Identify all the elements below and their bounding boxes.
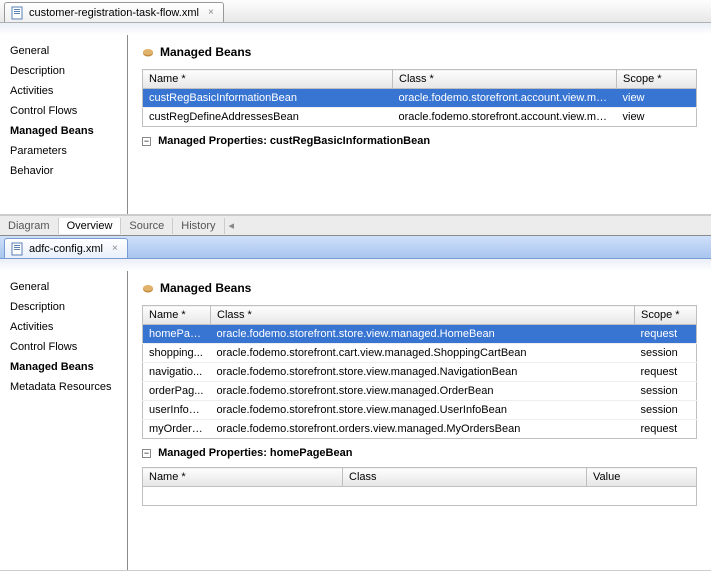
sidebar-item-general[interactable]: General — [0, 41, 127, 61]
managed-properties-header-1[interactable]: − Managed Properties: custRegBasicInform… — [142, 135, 697, 147]
col-scope[interactable]: Scope * — [617, 70, 697, 89]
managed-beans-table-2[interactable]: Name * Class * Scope * homePag...oracle.… — [142, 305, 697, 439]
cell-class: oracle.fodemo.storefront.store.view.mana… — [211, 363, 635, 382]
file-tab-adfc-config[interactable]: adfc-config.xml × — [4, 238, 128, 258]
table-row[interactable]: navigatio...oracle.fodemo.storefront.sto… — [143, 363, 697, 382]
cell-class: oracle.fodemo.storefront.store.view.mana… — [211, 401, 635, 420]
cell-scope: view — [617, 108, 697, 127]
close-icon[interactable]: × — [109, 243, 121, 254]
table-row[interactable]: custRegBasicInformationBeanoracle.fodemo… — [143, 89, 697, 108]
gradient-spacer — [0, 23, 711, 35]
view-tab-diagram[interactable]: Diagram — [0, 218, 59, 234]
cell-name: homePag... — [143, 325, 211, 344]
sidebar-item-metadata-resources[interactable]: Metadata Resources — [0, 377, 127, 397]
cell-scope: request — [635, 363, 697, 382]
col-name[interactable]: Name * — [143, 70, 393, 89]
col-class[interactable]: Class * — [393, 70, 617, 89]
cell-scope: session — [635, 401, 697, 420]
sidebar-item-general[interactable]: General — [0, 277, 127, 297]
table-row[interactable]: userInfoB...oracle.fodemo.storefront.sto… — [143, 401, 697, 420]
view-tab-history[interactable]: History — [173, 218, 224, 234]
view-tab-source[interactable]: Source — [121, 218, 173, 234]
overview-sidebar-1: GeneralDescriptionActivitiesControl Flow… — [0, 35, 128, 214]
editor-view-tabs: ◂ DiagramOverviewSourceHistory — [0, 215, 711, 235]
sidebar-item-managed-beans[interactable]: Managed Beans — [0, 121, 127, 141]
section-title: Managed Beans — [160, 45, 251, 59]
cell-scope: session — [635, 344, 697, 363]
close-icon[interactable]: × — [205, 7, 217, 18]
bean-icon — [142, 283, 154, 293]
section-header-managed-beans: Managed Beans — [142, 281, 697, 295]
table-row[interactable]: custRegDefineAddressesBeanoracle.fodemo.… — [143, 108, 697, 127]
section-header-managed-beans: Managed Beans — [142, 45, 697, 59]
table-row[interactable]: shopping...oracle.fodemo.storefront.cart… — [143, 344, 697, 363]
xml-file-icon — [11, 242, 25, 256]
sidebar-item-description[interactable]: Description — [0, 61, 127, 81]
table-row[interactable]: homePag...oracle.fodemo.storefront.store… — [143, 325, 697, 344]
collapse-icon[interactable]: − — [142, 449, 151, 458]
sidebar-item-control-flows[interactable]: Control Flows — [0, 337, 127, 357]
cell-class: oracle.fodemo.storefront.account.view.ma… — [393, 108, 617, 127]
cell-class: oracle.fodemo.storefront.store.view.mana… — [211, 382, 635, 401]
file-tab-label: adfc-config.xml — [29, 243, 103, 255]
gradient-spacer — [0, 259, 711, 271]
managed-properties-header-2[interactable]: − Managed Properties: homePageBean — [142, 447, 697, 459]
overview-content-2: Managed Beans Name * Class * Scope * hom… — [128, 271, 711, 570]
view-tab-overview[interactable]: Overview — [59, 218, 122, 234]
managed-beans-table-1[interactable]: Name * Class * Scope * custRegBasicInfor… — [142, 69, 697, 127]
sidebar-item-control-flows[interactable]: Control Flows — [0, 101, 127, 121]
overview-content-1: Managed Beans Name * Class * Scope * cus… — [128, 35, 711, 214]
sidebar-item-activities[interactable]: Activities — [0, 81, 127, 101]
sidebar-item-managed-beans[interactable]: Managed Beans — [0, 357, 127, 377]
cell-name: orderPag... — [143, 382, 211, 401]
scroll-right-icon[interactable]: ◂ — [225, 219, 239, 232]
sidebar-item-activities[interactable]: Activities — [0, 317, 127, 337]
col-class[interactable]: Class — [343, 468, 587, 487]
cell-scope: session — [635, 382, 697, 401]
col-scope[interactable]: Scope * — [635, 306, 697, 325]
editor-tab-strip-1: customer-registration-task-flow.xml × — [0, 0, 711, 23]
table-row[interactable] — [143, 487, 697, 506]
subsection-label: Managed Properties: custRegBasicInformat… — [158, 135, 430, 147]
cell-class: oracle.fodemo.storefront.orders.view.man… — [211, 420, 635, 439]
sidebar-item-description[interactable]: Description — [0, 297, 127, 317]
table-row[interactable]: orderPag...oracle.fodemo.storefront.stor… — [143, 382, 697, 401]
cell-scope: view — [617, 89, 697, 108]
col-value[interactable]: Value — [587, 468, 697, 487]
col-name[interactable]: Name * — [143, 306, 211, 325]
file-tab-label: customer-registration-task-flow.xml — [29, 7, 199, 19]
editor-tab-strip-2: adfc-config.xml × — [0, 236, 711, 259]
cell-class: oracle.fodemo.storefront.store.view.mana… — [211, 325, 635, 344]
collapse-icon[interactable]: − — [142, 137, 151, 146]
table-row[interactable]: myOrders...oracle.fodemo.storefront.orde… — [143, 420, 697, 439]
subsection-label: Managed Properties: homePageBean — [158, 447, 352, 459]
sidebar-item-behavior[interactable]: Behavior — [0, 161, 127, 181]
sidebar-item-parameters[interactable]: Parameters — [0, 141, 127, 161]
cell-name: navigatio... — [143, 363, 211, 382]
overview-sidebar-2: GeneralDescriptionActivitiesControl Flow… — [0, 271, 128, 570]
col-class[interactable]: Class * — [211, 306, 635, 325]
cell-name: custRegBasicInformationBean — [143, 89, 393, 108]
section-title: Managed Beans — [160, 281, 251, 295]
cell-name: custRegDefineAddressesBean — [143, 108, 393, 127]
managed-properties-table[interactable]: Name * Class Value — [142, 467, 697, 506]
xml-file-icon — [11, 6, 25, 20]
cell-name: shopping... — [143, 344, 211, 363]
bean-icon — [142, 47, 154, 57]
cell-name: myOrders... — [143, 420, 211, 439]
col-name[interactable]: Name * — [143, 468, 343, 487]
cell-scope: request — [635, 420, 697, 439]
cell-class: oracle.fodemo.storefront.cart.view.manag… — [211, 344, 635, 363]
cell-class: oracle.fodemo.storefront.account.view.ma… — [393, 89, 617, 108]
file-tab-customer-registration[interactable]: customer-registration-task-flow.xml × — [4, 2, 224, 22]
cell-name: userInfoB... — [143, 401, 211, 420]
cell-scope: request — [635, 325, 697, 344]
